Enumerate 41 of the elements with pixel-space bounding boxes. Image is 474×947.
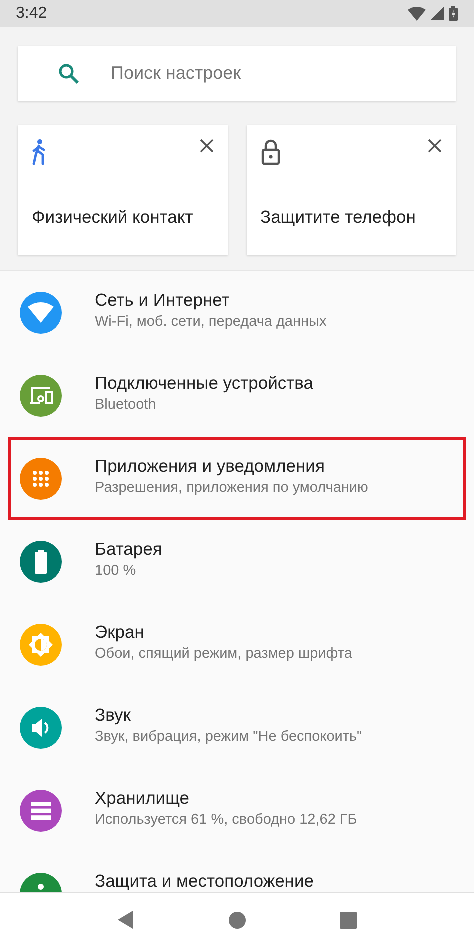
settings-item[interactable]: Звук Звук, вибрация, режим "Не беспокоить"	[8, 686, 466, 769]
close-icon[interactable]	[428, 139, 442, 153]
settings-subtitle: 100 %	[95, 562, 138, 579]
settings-item[interactable]: Защита и местоположение	[8, 852, 466, 892]
settings-subtitle: Обои, спящий режим, размер шрифта	[95, 646, 352, 662]
settings-title: Экран	[95, 622, 146, 642]
settings-title: Защита и местоположение	[95, 872, 314, 891]
settings-subtitle: Звук, вибрация, режим "Не беспокоить"	[95, 728, 362, 745]
settings-item[interactable]: Хранилище Используется 61 %, свободно 12,62 ГБ	[8, 769, 466, 852]
wifi-icon	[408, 6, 426, 20]
search-icon	[58, 62, 80, 84]
suggestion-title: Физический контакт	[32, 207, 194, 228]
walking-person-icon	[32, 139, 48, 165]
lock-icon	[260, 139, 280, 165]
suggestion-card[interactable]: Защитите телефон	[246, 125, 456, 255]
settings-title: Хранилище	[95, 788, 190, 808]
battery-icon	[449, 6, 458, 21]
close-icon[interactable]	[200, 139, 214, 153]
home-icon[interactable]	[229, 912, 246, 928]
settings-title: Батарея	[95, 540, 162, 559]
settings-subtitle: Используется 61 %, свободно 12,62 ГБ	[95, 812, 358, 828]
suggestion-title: Защитите телефон	[260, 207, 417, 228]
settings-title: Приложения и уведомления	[95, 456, 326, 476]
search-input[interactable]: Поиск настроек	[109, 62, 432, 85]
settings-title: Сеть и Интернет	[95, 290, 231, 310]
settings-title: Подключенные устройства	[95, 374, 314, 393]
back-icon[interactable]	[117, 911, 135, 929]
settings-subtitle: Разрешения, приложения по умолчанию	[95, 480, 368, 496]
settings-subtitle: Wi-Fi, моб. сети, передача данных	[95, 314, 327, 330]
highlighted-settings-item[interactable]: Приложения и уведомления Разрешения, приложения по умолчанию	[8, 437, 466, 520]
settings-item[interactable]: Подключенные устройства Bluetooth	[8, 354, 466, 437]
suggestion-card[interactable]: Физический контакт	[18, 125, 228, 255]
recents-icon[interactable]	[340, 912, 357, 928]
clock: 3:42	[16, 4, 48, 22]
signal-icon	[431, 7, 444, 20]
settings-item[interactable]: Сеть и Интернет Wi-Fi, моб. сети, передача данных	[8, 271, 466, 354]
settings-subtitle: Bluetooth	[95, 396, 158, 413]
search-field[interactable]: Поиск настроек	[18, 46, 456, 101]
settings-item[interactable]: Батарея 100 %	[8, 520, 466, 603]
settings-title: Звук	[95, 706, 132, 725]
settings-item[interactable]: Экран Обои, спящий режим, размер шрифта	[8, 603, 466, 686]
